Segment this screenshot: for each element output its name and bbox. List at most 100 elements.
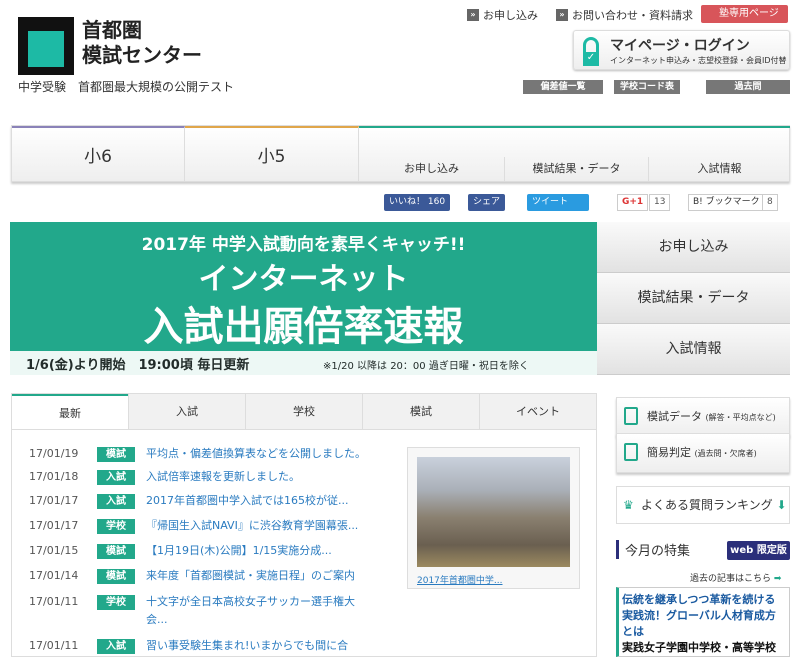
news-category-badge: 入試 [97, 494, 135, 509]
news-category-badge: 模試 [97, 569, 135, 584]
news-date: 17/01/18 [29, 470, 79, 483]
tagline: 中学受験 首都圏最大規模の公開テスト [18, 80, 235, 94]
news-item: 17/01/11 学校 十文字が全日本高校女子サッカー選手権大会... [29, 595, 366, 629]
news-date: 17/01/19 [29, 447, 79, 460]
contact-link-label: お問い合わせ・資料請求 [572, 9, 693, 22]
news-date: 17/01/15 [29, 544, 79, 557]
news-item: 17/01/19 模試 平均点・偏差値換算表などを公開しました。 [29, 447, 366, 463]
faq-ranking-label: よくある質問ランキング [641, 498, 773, 512]
news-link[interactable]: 入試倍率速報を更新しました。 [146, 468, 366, 486]
deviation-list-button[interactable]: 偏差値一覧 [523, 80, 603, 94]
mock-data-button[interactable]: 模試データ (解答・平均点など) [616, 397, 790, 437]
gplus-count: 13 [649, 194, 671, 211]
logo-mark[interactable] [18, 17, 74, 75]
nav-exam-info[interactable]: 入試情報 [649, 157, 790, 181]
news-date: 17/01/11 [29, 639, 79, 652]
feature-heading: 今月の特集 [616, 540, 690, 559]
logo-text[interactable]: 首都圏 模試センター [82, 18, 202, 68]
photo-card[interactable]: 2017年首都圏中学... [407, 447, 580, 589]
news-category-badge: 入試 [97, 639, 135, 654]
login-title: マイページ・ログイン [610, 38, 750, 54]
tab-school[interactable]: 学校 [245, 394, 362, 429]
news-category-badge: 模試 [97, 544, 135, 559]
logo-line2: 模試センター [82, 43, 202, 67]
arrow-right-icon: ➡ [773, 574, 782, 584]
news-date: 17/01/14 [29, 569, 79, 582]
clipboard-icon [624, 443, 638, 461]
web-limited-badge: web 限定版 [727, 541, 790, 560]
tweet-button[interactable]: ツイート [527, 194, 589, 211]
news-category-badge: 学校 [97, 595, 135, 610]
nav-results[interactable]: 模試結果・データ [505, 157, 649, 181]
news-item: 17/01/17 入試 2017年首都圏中学入試では165校が従... [29, 494, 366, 510]
side-exam-info[interactable]: 入試情報 [597, 324, 790, 375]
banner-line1: 2017年 中学入試動向を素早くキャッチ!! [141, 235, 466, 255]
tab-mock[interactable]: 模試 [362, 394, 479, 429]
tab-exam[interactable]: 入試 [128, 394, 245, 429]
news-photo [417, 457, 570, 567]
news-link[interactable]: 来年度「首都圏模試・実施日程」のご案内 [146, 567, 366, 585]
tab-grade5[interactable]: 小5 [185, 126, 359, 181]
quick-judge-note: (過去問・欠席者) [694, 449, 757, 458]
side-results[interactable]: 模試結果・データ [597, 273, 790, 324]
news-link[interactable]: 2017年首都圏中学入試では165校が従... [146, 492, 366, 510]
hatena-bookmark-button[interactable]: B! ブックマーク [688, 194, 765, 211]
feature-ad[interactable]: 伝統を継承しつつ革新を続ける実践流！グローバル人材育成方とは実践女子学園中学校・… [616, 587, 790, 657]
ad-line1: 伝統を継承しつつ革新を続ける [622, 593, 776, 606]
apply-link-label: お申し込み [483, 9, 538, 22]
news-link[interactable]: 習い事受験生集まれ!いまからでも間に合 [146, 637, 366, 655]
photo-caption[interactable]: 2017年首都圏中学... [417, 573, 503, 586]
school-code-button[interactable]: 学校コード表 [614, 80, 680, 94]
document-icon [624, 407, 638, 425]
tab-event[interactable]: イベント [479, 394, 596, 429]
login-subtitle: インターネット申込み・志望校登録・会員ID付替 [610, 56, 787, 65]
mock-data-note: (解答・平均点など) [705, 413, 776, 422]
juku-page-button[interactable]: 塾専用ページ [701, 5, 788, 23]
contact-link[interactable]: » お問い合わせ・資料請求 [556, 7, 693, 23]
banner-schedule: 1/6(金)より開始 19:00頃 毎日更新 [26, 358, 250, 373]
lock-icon: ✓ [583, 37, 599, 66]
news-item: 17/01/14 模試 来年度「首都圏模試・実施日程」のご案内 [29, 569, 366, 585]
main-nav: 小6 小5 お申し込み 模試結果・データ 入試情報 [11, 125, 790, 182]
news-link[interactable]: 十文字が全日本高校女子サッカー選手権大会... [146, 593, 366, 629]
rate-banner[interactable]: 2017年 中学入試動向を素早くキャッチ!! インターネット 入試出願倍率速報 … [10, 222, 597, 375]
logo-line1: 首都圏 [82, 18, 142, 42]
banner-line2: インターネット [198, 262, 409, 297]
hatena-count: 8 [762, 194, 778, 211]
arrow-icon: » [556, 9, 568, 21]
news-link[interactable]: 『帰国生入試NAVI』に渋谷教育学園幕張... [146, 517, 366, 535]
past-articles-link[interactable]: 過去の記事はこちら ➡ [690, 571, 781, 584]
nav-accent [359, 126, 790, 130]
banner-title: 入試出願倍率速報 [143, 304, 464, 350]
news-date: 17/01/11 [29, 595, 79, 608]
past-articles-label: 過去の記事はこちら [690, 574, 772, 584]
past-exams-button[interactable]: 過去問 [706, 80, 790, 94]
facebook-like-button[interactable]: いいね！ 160 [384, 194, 451, 211]
news-category-badge: 学校 [97, 519, 135, 534]
faq-ranking-button[interactable]: ♛ よくある質問ランキング ⬇ [616, 486, 790, 524]
news-link[interactable]: 【1月19日(木)公開】1/15実施分成... [146, 542, 366, 560]
ad-line2: 実践流！グローバル人材育成方とは [622, 609, 776, 638]
facebook-share-button[interactable]: シェア [468, 194, 506, 211]
ad-line3: 実践女子学園中学校・高等学校 [622, 641, 776, 654]
arrow-icon: » [467, 9, 479, 21]
crown-icon: ♛ [623, 498, 634, 512]
tab-grade6[interactable]: 小6 [12, 126, 185, 181]
side-apply[interactable]: お申し込み [597, 222, 790, 273]
nav-apply[interactable]: お申し込み [359, 157, 505, 181]
news-link[interactable]: 平均点・偏差値換算表などを公開しました。 [146, 445, 366, 463]
arrow-down-icon: ⬇ [776, 498, 787, 512]
tab-latest[interactable]: 最新 [12, 394, 128, 429]
quick-judge-label: 簡易判定 [647, 446, 691, 459]
news-category-badge: 入試 [97, 470, 135, 485]
news-tabs: 最新 入試 学校 模試 イベント [11, 393, 597, 430]
mypage-login-button[interactable]: ✓ マイページ・ログイン インターネット申込み・志望校登録・会員ID付替 [573, 30, 790, 70]
news-item: 17/01/15 模試 【1月19日(木)公開】1/15実施分成... [29, 544, 366, 560]
apply-link[interactable]: » お申し込み [467, 7, 538, 23]
quick-judge-button[interactable]: 簡易判定 (過去問・欠席者) [616, 433, 790, 473]
gplus-button[interactable]: G+1 [617, 194, 649, 211]
news-item: 17/01/17 学校 『帰国生入試NAVI』に渋谷教育学園幕張... [29, 519, 366, 535]
news-date: 17/01/17 [29, 494, 79, 507]
mock-data-label: 模試データ [647, 410, 702, 423]
news-date: 17/01/17 [29, 519, 79, 532]
